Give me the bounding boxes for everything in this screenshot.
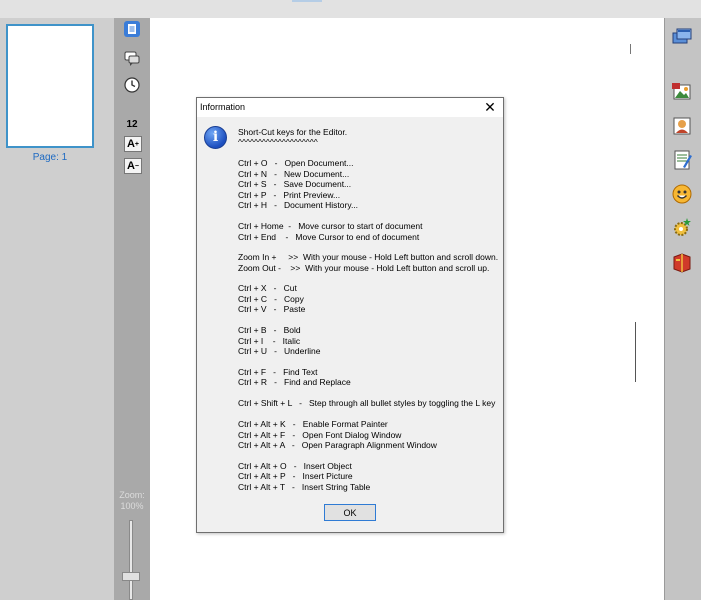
shortcut-line: Ctrl + O - Open Document...: [238, 158, 354, 168]
thumbnail-pane: Page: 1: [0, 18, 114, 600]
zoom-label: Zoom: 100%: [119, 490, 145, 511]
shortcut-line: Ctrl + F - Find Text: [238, 366, 318, 377]
ok-button[interactable]: OK: [324, 504, 376, 521]
windows-icon[interactable]: [671, 27, 693, 49]
shortcut-line: Ctrl + V - Paste: [238, 304, 306, 314]
insert-picture-icon[interactable]: [671, 81, 693, 103]
info-icon: i: [204, 126, 227, 149]
page-view-icon: [124, 21, 140, 37]
top-toolbar-strip: [0, 0, 701, 18]
document-scroll-indicator[interactable]: [635, 322, 636, 382]
right-tool-panel: [664, 18, 701, 600]
shortcut-line: Ctrl + Alt + P - Insert Picture: [238, 471, 353, 481]
shortcut-line: Ctrl + End - Move Cursor to end of docum…: [238, 231, 420, 242]
shortcut-line: Ctrl + Home - Move cursor to start of do…: [238, 221, 423, 231]
shortcut-line: Ctrl + H - Document History...: [238, 200, 359, 210]
shortcut-line: Ctrl + X - Cut: [238, 283, 297, 293]
comment-button[interactable]: [124, 50, 140, 66]
gear-star-icon[interactable]: [671, 217, 693, 239]
dialog-heading: Short-Cut keys for the Editor.: [238, 127, 348, 137]
font-increase-button[interactable]: A +: [124, 136, 142, 152]
dialog-heading-underline: ^^^^^^^^^^^^^^^^^^^^: [238, 137, 318, 147]
zoom-value: 100%: [120, 501, 144, 511]
top-strip-indicator: [292, 0, 322, 2]
shortcut-line: Ctrl + Alt + T - Insert String Table: [238, 481, 371, 492]
font-decrease-button[interactable]: A −: [124, 158, 142, 174]
page-thumbnail-label: Page: 1: [32, 152, 68, 163]
dialog-title: Information: [200, 102, 246, 112]
shortcut-line: Ctrl + R - Find and Replace: [238, 377, 351, 387]
font-size-value: 12: [126, 119, 138, 130]
shortcut-line: Ctrl + B - Bold: [238, 325, 301, 335]
zoom-slider-track[interactable]: [129, 520, 133, 600]
close-icon[interactable]: ✕: [481, 99, 499, 116]
shortcut-line: Ctrl + P - Print Preview...: [238, 189, 341, 200]
comment-icon: [124, 51, 140, 66]
shortcut-line: Ctrl + C - Copy: [238, 293, 304, 304]
insert-image-icon[interactable]: [671, 115, 693, 137]
dialog-titlebar[interactable]: Information ✕: [197, 98, 503, 117]
smiley-icon[interactable]: [671, 183, 693, 205]
shortcut-line: Zoom In + >> With your mouse - Hold Left…: [238, 252, 499, 262]
shortcut-line: Ctrl + U - Underline: [238, 346, 321, 356]
shortcut-line: Ctrl + Alt + F - Open Font Dialog Window: [238, 429, 402, 440]
information-dialog: Information ✕ i Short-Cut keys for the E…: [196, 97, 504, 533]
page-thumbnail[interactable]: [6, 24, 94, 148]
zoom-slider-thumb[interactable]: [122, 572, 140, 581]
history-button[interactable]: [124, 77, 140, 93]
document-ruler-mark: [630, 44, 631, 54]
shortcut-line: Ctrl + S - Save Document...: [238, 179, 352, 189]
shortcut-line: Ctrl + N - New Document...: [238, 168, 350, 179]
shortcut-line: Ctrl + I - Italic: [238, 335, 301, 346]
shortcut-line: Ctrl + Alt + K - Enable Format Painter: [238, 419, 388, 429]
book-icon[interactable]: [671, 251, 693, 273]
font-increase-icon: A +: [124, 136, 142, 152]
history-clock-icon: [124, 77, 140, 93]
tool-strip: [114, 18, 150, 600]
shortcut-line: Ctrl + Alt + A - Open Paragraph Alignmen…: [238, 440, 437, 450]
page-view-button[interactable]: [124, 21, 140, 37]
shortcut-line: Ctrl + Shift + L - Step through all bull…: [238, 398, 496, 408]
shortcut-line: Zoom Out - >> With your mouse - Hold Lef…: [238, 262, 490, 273]
notepad-icon[interactable]: [671, 149, 693, 171]
shortcut-line: Ctrl + Alt + O - Insert Object: [238, 460, 352, 471]
font-decrease-icon: A −: [124, 158, 142, 174]
